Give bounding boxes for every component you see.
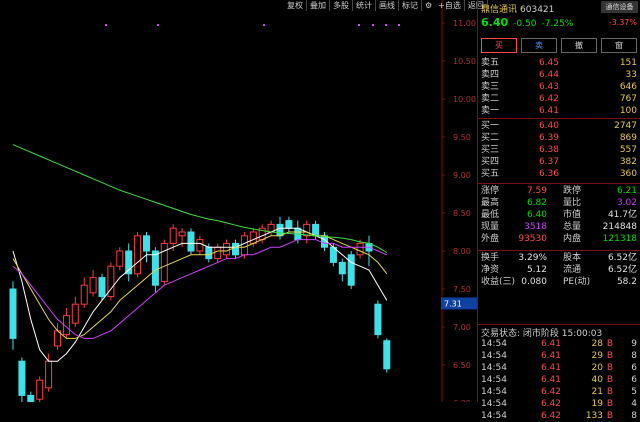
price-line: 6.40 -0.50 -7.25% [481, 16, 573, 29]
candle-body [169, 227, 177, 244]
event-marker [263, 24, 265, 26]
add-favorite-button[interactable]: +自选 [435, 0, 465, 11]
y-tick-label: 9.50 [453, 133, 471, 142]
ask-book: 卖五 6.45 151 卖四 6.44 33 卖三 6.43 646 卖二 6.42 767 卖… [481, 57, 637, 117]
candle-body [80, 284, 88, 305]
candle-body [249, 231, 257, 244]
divider [478, 324, 640, 325]
candle-body [27, 394, 35, 402]
current-price-tag-label: 7.31 [444, 299, 462, 308]
y-tick-label: 6.50 [453, 361, 471, 370]
sector-badge[interactable]: 通信设备 [601, 1, 638, 13]
y-tick-label: 7.50 [453, 285, 471, 294]
window-button[interactable]: 窗 [601, 38, 637, 53]
toolbar-restore-rights-button[interactable]: 复权 [284, 0, 307, 11]
candle-body [45, 360, 53, 389]
sector-change-pct: -3.37% [608, 18, 637, 27]
candle-body [18, 360, 26, 396]
kline-chart[interactable]: 11.00 10.50 10.00 9.50 9.00 8.50 8.00 7.50 7.00 6… [0, 0, 478, 402]
candle-body [9, 288, 17, 339]
divider [478, 118, 640, 119]
quote-panel: 鼎信通讯 603421 通信设备 6.40 -0.50 -7.25% -3.37% 买… [478, 0, 640, 402]
candle-body [214, 246, 222, 260]
candle-body [187, 231, 195, 252]
candle-body [347, 254, 355, 286]
tick-row: 14:54 6.42 133 B 8 [481, 411, 637, 421]
ask-row: 卖一 6.41 100 [481, 106, 637, 116]
y-tick-label: 8.50 [453, 209, 471, 218]
gear-icon[interactable]: ⚙ [422, 0, 435, 11]
trade-actions: 买 卖 撤 窗 [481, 38, 637, 53]
candle-body [134, 235, 142, 275]
ask-row: 卖三 6.43 646 [481, 82, 637, 92]
toolbar-overlay-button[interactable]: 叠加 [307, 0, 330, 11]
stock-name: 鼎信通讯 [481, 5, 518, 15]
candle-body [36, 379, 44, 400]
toolbar-statistics-button[interactable]: 统计 [353, 0, 376, 11]
candle-body [151, 250, 159, 286]
candle-body [232, 242, 239, 256]
candle-body [205, 246, 213, 260]
chart-toolbar: 复权 叠加 多股 统计 画线 标记 ⚙ +自选 返回 [284, 0, 488, 11]
candle-body [196, 239, 204, 252]
buy-button[interactable]: 买 [481, 38, 517, 53]
stock-header: 鼎信通讯 603421 [481, 2, 554, 15]
candle-body [89, 277, 97, 294]
toolbar-multi-stock-button[interactable]: 多股 [330, 0, 353, 11]
ask-row: 卖二 6.42 767 [481, 94, 637, 104]
event-marker [157, 24, 159, 26]
candle-body [223, 242, 231, 256]
candle-body [338, 261, 346, 275]
cancel-order-button[interactable]: 撤 [561, 38, 597, 53]
candle-body [285, 220, 293, 229]
candle-body [178, 231, 186, 237]
event-marker [398, 24, 400, 26]
event-marker [105, 24, 107, 26]
divider [478, 250, 640, 251]
stock-code: 603421 [520, 5, 555, 15]
candle-body [356, 242, 364, 256]
candle-body [383, 340, 391, 370]
toolbar-draw-line-button[interactable]: 画线 [376, 0, 399, 11]
event-marker [358, 24, 360, 26]
candle-body [312, 223, 320, 237]
candle-body [71, 303, 79, 324]
divider [478, 183, 640, 184]
candle-body [240, 235, 248, 256]
event-marker [385, 24, 387, 26]
y-tick-label: 11.00 [453, 19, 476, 28]
y-tick-label: 8.00 [453, 247, 471, 256]
toolbar-mark-button[interactable]: 标记 [399, 0, 422, 11]
price-change: -0.50 [513, 19, 537, 29]
y-tick-label: 9.00 [453, 171, 471, 180]
last-price: 6.40 [481, 16, 509, 29]
ask-row: 卖五 6.45 151 [481, 58, 637, 68]
y-tick-label: 10.50 [453, 57, 476, 66]
candle-body [98, 277, 106, 298]
ask-row: 卖四 6.44 33 [481, 70, 637, 80]
price-change-pct: -7.25% [541, 19, 574, 29]
y-tick-label: 10.00 [453, 95, 476, 104]
candle-body [116, 250, 124, 267]
event-marker [372, 24, 374, 26]
candle-body [160, 242, 168, 282]
y-tick-label: 7.00 [453, 323, 471, 332]
candle-body [276, 223, 284, 237]
candle-body [374, 303, 382, 336]
candle-body [143, 235, 150, 252]
sell-button[interactable]: 卖 [521, 38, 557, 53]
candle-body [303, 223, 311, 237]
